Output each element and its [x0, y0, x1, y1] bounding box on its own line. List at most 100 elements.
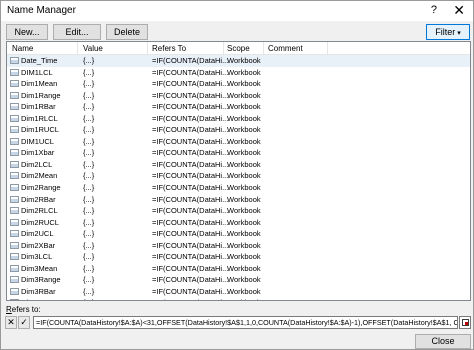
table-row[interactable]: Dim1Mean {...} =IF(COUNTA(DataHi... Workboo…: [7, 78, 470, 90]
named-range-icon: [10, 218, 19, 226]
row-value: {...}: [83, 240, 95, 250]
named-range-icon: [10, 253, 19, 261]
row-value: {...}: [83, 217, 95, 227]
row-name: Dim2LCL: [21, 159, 53, 169]
row-value: {...}: [83, 263, 95, 273]
checkmark-icon: ✓: [20, 317, 28, 327]
table-row[interactable]: Dim2RUCL {...} =IF(COUNTA(DataHi... Workboo…: [7, 217, 470, 229]
row-refers-to: =IF(COUNTA(DataHi...: [152, 229, 229, 239]
table-row[interactable]: Dim1Range {...} =IF(COUNTA(DataHi... Workbo…: [7, 90, 470, 102]
column-divider[interactable]: [147, 42, 148, 54]
named-range-icon: [10, 80, 19, 88]
filter-button[interactable]: Filter ▾: [426, 24, 470, 40]
column-divider[interactable]: [263, 42, 264, 54]
confirm-edit-button[interactable]: ✓: [18, 316, 30, 329]
table-row[interactable]: Dim1RLCL {...} =IF(COUNTA(DataHi... Workboo…: [7, 113, 470, 125]
table-row[interactable]: DIM1UCL {...} =IF(COUNTA(DataHi... Workbook: [7, 136, 470, 148]
delete-button[interactable]: Delete: [106, 24, 148, 40]
row-value: {...}: [83, 67, 95, 77]
row-refers-to: =IF(COUNTA(DataHi...: [152, 275, 229, 285]
column-header-scope[interactable]: Scope: [227, 44, 250, 53]
row-name: Dim3LCL: [21, 252, 53, 262]
table-row[interactable]: Dim2Mean {...} =IF(COUNTA(DataHi... Workboo…: [7, 170, 470, 182]
table-row[interactable]: Dim2Range {...} =IF(COUNTA(DataHi... Workbo…: [7, 182, 470, 194]
table-row[interactable]: Dim1RBar {...} =IF(COUNTA(DataHi... Workboo…: [7, 101, 470, 113]
cancel-edit-button[interactable]: ✕: [5, 316, 17, 329]
named-range-icon: [10, 184, 19, 192]
named-range-icon: [10, 299, 19, 300]
column-divider[interactable]: [77, 42, 78, 54]
table-row[interactable]: Dim2RLCL {...} =IF(COUNTA(DataHi... Workboo…: [7, 205, 470, 217]
named-range-icon: [10, 276, 19, 284]
row-refers-to: =IF(COUNTA(DataHi...: [152, 148, 229, 158]
table-row[interactable]: Dim3RLCL {...} =IF(COUNTA(DataHi...Workboo…: [7, 297, 470, 300]
row-scope: Workbook: [227, 136, 261, 146]
new-button[interactable]: New...: [6, 24, 48, 40]
row-name: Dim2UCL: [21, 229, 54, 239]
refers-to-row: ✕ ✓ =IF(COUNTA(DataHistory!$A:$A)<31,OFF…: [5, 316, 471, 330]
row-name: Dim1RBar: [21, 102, 56, 112]
table-row[interactable]: Dim3RBar {...} =IF(COUNTA(DataHi... Workboo…: [7, 286, 470, 298]
column-divider[interactable]: [223, 42, 224, 54]
row-name: Dim3Mean: [21, 263, 58, 273]
row-name: Dim1Range: [21, 90, 61, 100]
refers-to-input[interactable]: =IF(COUNTA(DataHistory!$A:$A)<31,OFFSET(…: [33, 316, 458, 329]
row-scope: Workbook: [227, 240, 261, 250]
row-name: Dim1RLCL: [21, 113, 58, 123]
edit-button[interactable]: Edit...: [53, 24, 101, 40]
row-name: Dim2RBar: [21, 194, 56, 204]
named-range-icon: [10, 126, 19, 134]
column-header-comment[interactable]: Comment: [268, 44, 303, 53]
row-refers-to: =IF(COUNTA(DataHi...: [152, 194, 229, 204]
refers-to-label-text: efers to:: [11, 305, 41, 314]
table-row[interactable]: Dim3LCL {...} =IF(COUNTA(DataHi... Workbook: [7, 251, 470, 263]
row-name: Dim3RBar: [21, 286, 56, 296]
row-value: {...}: [83, 56, 95, 65]
table-row[interactable]: Dim2RBar {...} =IF(COUNTA(DataHi... Workboo…: [7, 194, 470, 206]
row-refers-to: =IF(COUNTA(DataHi...: [152, 102, 229, 112]
row-name: Dim3Range: [21, 275, 61, 285]
row-value: {...}: [83, 229, 95, 239]
row-value: {...}: [83, 183, 95, 193]
range-select-marker: [465, 322, 468, 325]
window-close-button[interactable]: ✕: [453, 2, 465, 18]
named-range-icon: [10, 57, 19, 64]
row-refers-to: =IF(COUNTA(DataHi...: [152, 217, 229, 227]
row-refers-to: =IF(COUNTA(DataHi...: [152, 297, 228, 300]
close-icon: ✕: [7, 317, 15, 327]
row-scope: Workbook: [227, 183, 261, 193]
row-name: DIM1UCL: [21, 136, 54, 146]
row-scope: Workbook: [227, 90, 261, 100]
list-header: Name Value Refers To Scope Comment: [7, 42, 470, 55]
table-row[interactable]: Dim2UCL {...} =IF(COUNTA(DataHi... Workbook: [7, 228, 470, 240]
table-row[interactable]: Dim2XBar {...} =IF(COUNTA(DataHi... Workboo…: [7, 240, 470, 252]
table-row[interactable]: Dim3Mean {...} =IF(COUNTA(DataHi... Workboo…: [7, 263, 470, 275]
column-divider[interactable]: [327, 42, 328, 54]
row-value: {...}: [83, 90, 95, 100]
row-scope: Workbook: [227, 194, 261, 204]
close-button[interactable]: Close: [415, 334, 471, 349]
column-header-name[interactable]: Name: [12, 44, 33, 53]
names-list[interactable]: Name Value Refers To Scope Comment Date_…: [6, 41, 471, 301]
row-name: Dim2XBar: [21, 240, 56, 250]
row-value: {...}: [83, 171, 95, 181]
row-refers-to: =IF(COUNTA(DataHi...: [152, 206, 229, 216]
name-manager-dialog: Name Manager ? ✕ New... Edit... Delete F…: [0, 0, 474, 350]
column-header-value[interactable]: Value: [83, 44, 103, 53]
row-name: Dim1RUCL: [21, 125, 59, 135]
table-row[interactable]: Dim3Range {...} =IF(COUNTA(DataHi... Workbo…: [7, 274, 470, 286]
column-header-refers-to[interactable]: Refers To: [152, 44, 186, 53]
table-row[interactable]: Date_Time {...} =IF(COUNTA(DataHi... Workbo…: [7, 55, 470, 67]
table-row[interactable]: Dim2LCL {...} =IF(COUNTA(DataHi... Workbook: [7, 159, 470, 171]
row-refers-to: =IF(COUNTA(DataHi...: [152, 79, 229, 89]
row-name: Dim1Mean: [21, 79, 58, 89]
table-row[interactable]: Dim1RUCL {...} =IF(COUNTA(DataHi... Workboo…: [7, 124, 470, 136]
named-range-icon: [10, 114, 19, 122]
collapse-dialog-button[interactable]: [459, 316, 471, 329]
table-row[interactable]: Dim1Xbar {...} =IF(COUNTA(DataHi... Workboo…: [7, 147, 470, 159]
row-value: {...}: [83, 136, 95, 146]
row-scope: Workbook: [227, 79, 261, 89]
table-row[interactable]: DIM1LCL {...} =IF(COUNTA(DataHi... Workbook: [7, 67, 470, 79]
named-range-icon: [10, 137, 19, 145]
help-button[interactable]: ?: [431, 4, 437, 16]
